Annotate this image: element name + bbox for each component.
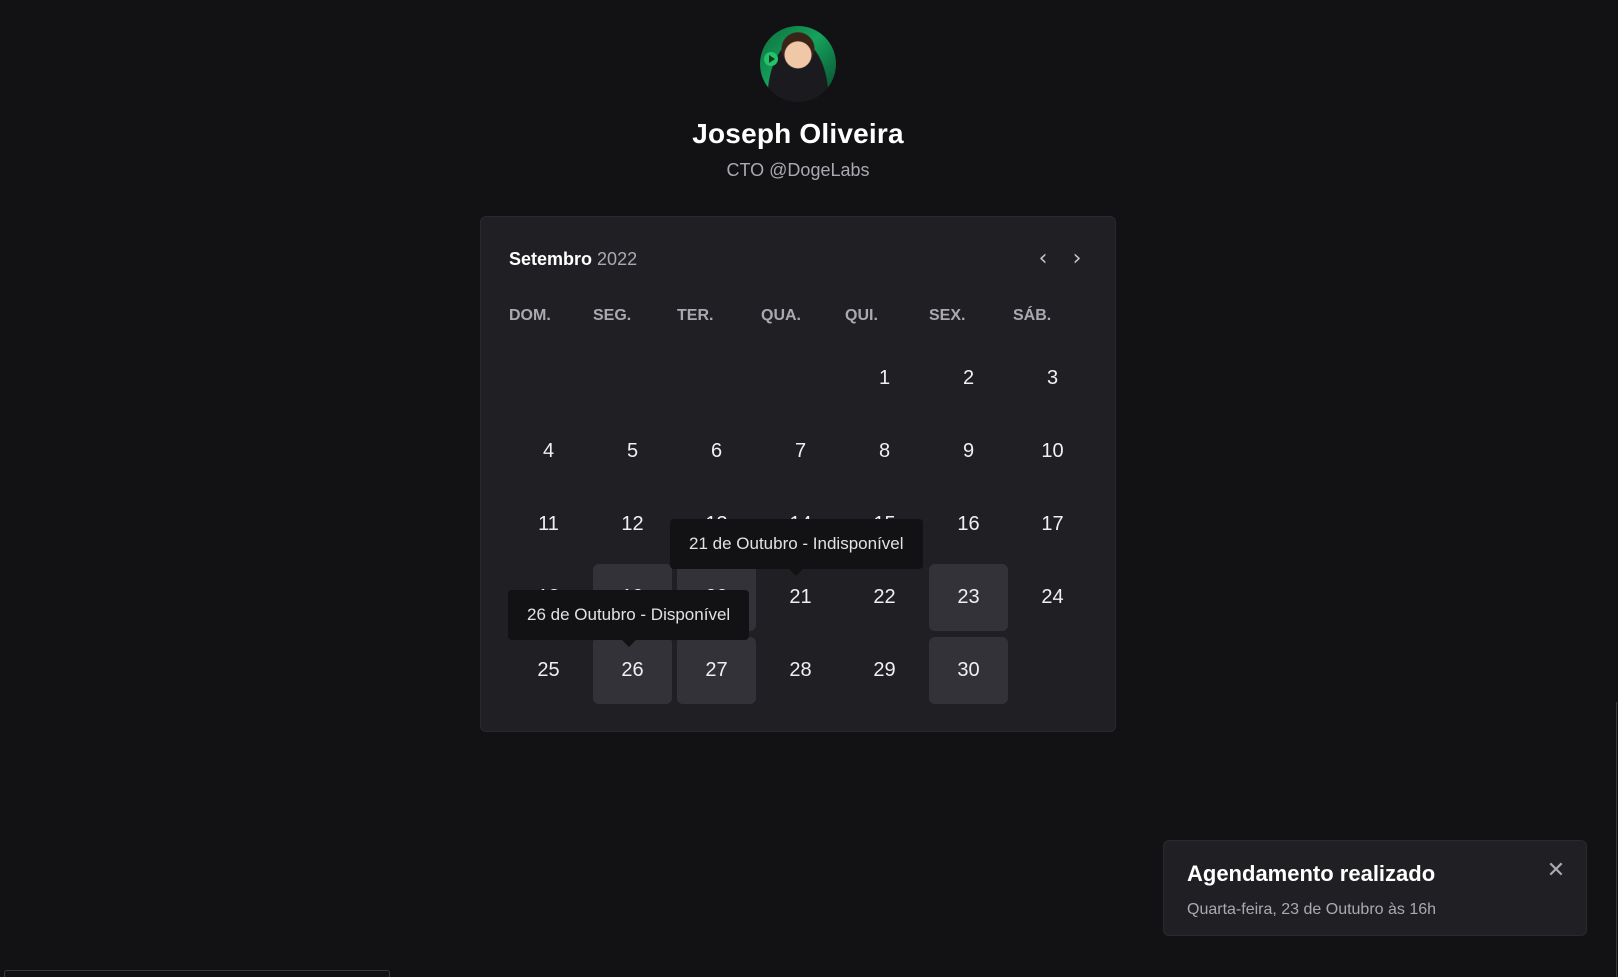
toast-close-button[interactable]: ✕ [1544,859,1568,883]
calendar-day-4: 4 [509,418,588,485]
calendar-day-26[interactable]: 26 [593,637,672,704]
calendar-day-6: 6 [677,418,756,485]
profile-header: Joseph Oliveira CTO @DogeLabs [0,26,1596,181]
toast-title: Agendamento realizado [1187,861,1436,886]
previous-month-button[interactable]: ‹ [1031,247,1055,271]
next-month-button[interactable]: › [1065,247,1089,271]
weekday-label: SEG. [593,307,632,324]
chevron-right-icon: › [1072,246,1082,271]
weekday-label: TER. [677,307,714,324]
calendar-day-22: 22 [845,564,924,631]
calendar-day-27[interactable]: 27 [677,637,756,704]
calendar-day-9: 9 [929,418,1008,485]
calendar-day-12: 12 [593,491,672,558]
calendar-day-25: 25 [509,637,588,704]
weekday-label: QUI. [845,307,878,324]
calendar-year: 2022 [597,249,638,269]
calendar-day-10: 10 [1013,418,1092,485]
weekday-label: SÁB. [1013,307,1052,324]
calendar-day-3: 3 [1013,345,1092,412]
tooltip-day-21: 21 de Outubro - Indisponível [670,519,923,576]
toast-description: Quarta-feira, 23 de Outubro às 16h [1187,901,1437,918]
play-icon [764,52,778,66]
calendar-day-7: 7 [761,418,840,485]
calendar-day-17: 17 [1013,491,1092,558]
tooltip-day-26: 26 de Outubro - Disponível [508,590,750,647]
calendar-day-29: 29 [845,637,924,704]
calendar-day-16: 16 [929,491,1008,558]
profile-name: Joseph Oliveira [692,118,904,149]
chevron-left-icon: ‹ [1038,246,1048,271]
bottom-panel-edge [4,970,390,977]
calendar-day-2: 2 [929,345,1008,412]
calendar-month: Setembro [509,249,593,269]
calendar-day-28: 28 [761,637,840,704]
profile-role: CTO @DogeLabs [726,160,870,180]
calendar-day-30[interactable]: 30 [929,637,1008,704]
calendar-day-1: 1 [845,345,924,412]
calendar-title: Setembro 2022 [509,249,637,270]
scheduling-page: Joseph Oliveira CTO @DogeLabs Setembro 2… [0,0,1618,977]
calendar-day-8: 8 [845,418,924,485]
calendar-day-24: 24 [1013,564,1092,631]
toast-notification: Agendamento realizado Quarta-feira, 23 d… [1163,840,1587,936]
weekday-label: SEX. [929,307,966,324]
weekday-label: QUA. [761,307,801,324]
calendar: Setembro 2022 ‹ › DOM. SEG. TER. QUA. QUI. SE… [480,216,1116,732]
calendar-day-5: 5 [593,418,672,485]
weekday-label: DOM. [509,307,551,324]
avatar [760,26,836,102]
window-edge [1616,702,1617,977]
close-icon: ✕ [1546,858,1566,883]
calendar-day-23[interactable]: 23 [929,564,1008,631]
calendar-day-11: 11 [509,491,588,558]
